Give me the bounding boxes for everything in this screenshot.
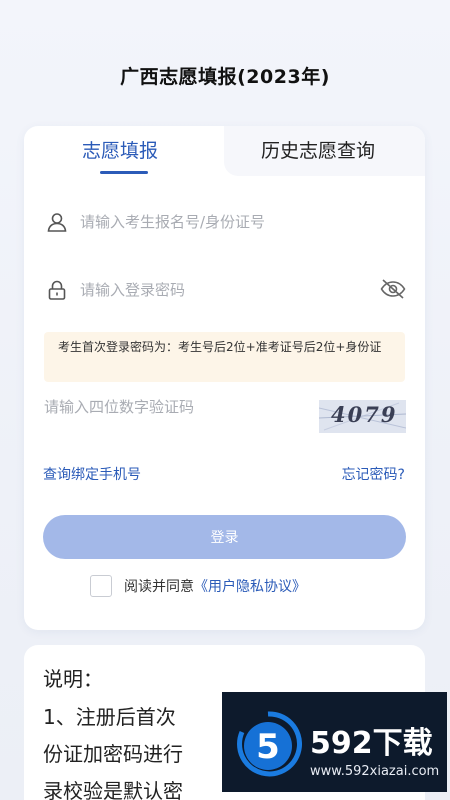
- login-card: 志愿填报 历史志愿查询 考生首次登录密码为：考生: [24, 126, 425, 630]
- account-field[interactable]: [44, 200, 409, 244]
- forgot-password-link[interactable]: 忘记密码?: [342, 464, 405, 484]
- password-field[interactable]: [44, 268, 409, 312]
- page-title: 广西志愿填报(2023年): [120, 66, 330, 88]
- agree-checkbox[interactable]: [90, 575, 112, 597]
- description-line: 份证加密码进行: [43, 742, 183, 766]
- tab-history-query[interactable]: 历史志愿查询: [261, 136, 375, 163]
- agreement-row: 阅读并同意 《用户隐私协议》: [90, 575, 306, 597]
- first-login-notice: 考生首次登录密码为：考生号后2位+准考证号后2位+身份证: [44, 332, 405, 382]
- password-input[interactable]: [80, 281, 360, 299]
- bind-phone-query-link[interactable]: 查询绑定手机号: [43, 464, 141, 484]
- privacy-agreement-link[interactable]: 《用户隐私协议》: [194, 576, 306, 596]
- watermark-logo-icon: 5: [237, 711, 302, 777]
- captcha-code: 4079: [331, 402, 398, 427]
- captcha-input[interactable]: [44, 398, 304, 416]
- site-watermark: 5 592下载 www.592xiazai.com: [222, 692, 447, 792]
- watermark-logo-glyph: 5: [256, 727, 280, 767]
- user-icon: [44, 209, 70, 235]
- watermark-url: www.592xiazai.com: [310, 764, 440, 779]
- agree-label: 阅读并同意: [124, 579, 194, 595]
- description-title: 说明：: [43, 667, 103, 691]
- description-line: 1、注册后首次: [43, 705, 176, 729]
- login-button[interactable]: 登录: [43, 515, 406, 559]
- eye-off-icon[interactable]: [379, 277, 407, 305]
- active-tab-indicator: [100, 171, 148, 174]
- lock-icon: [44, 277, 70, 303]
- watermark-brand: 592下载: [310, 726, 433, 761]
- tab-volunteer-fill[interactable]: 志愿填报: [82, 136, 158, 163]
- captcha-image[interactable]: 4079: [319, 400, 406, 433]
- description-line: 录校验是默认密: [43, 779, 183, 800]
- account-input[interactable]: [80, 213, 360, 231]
